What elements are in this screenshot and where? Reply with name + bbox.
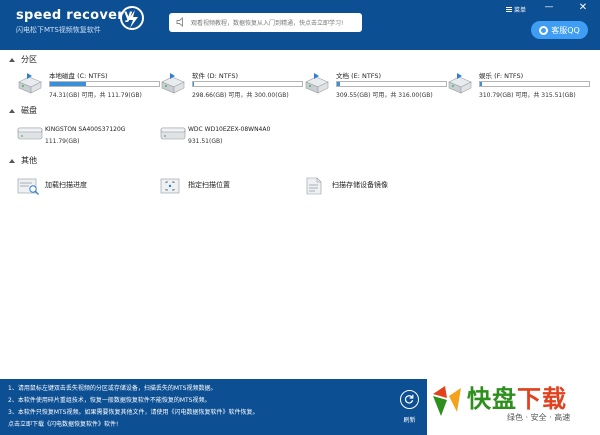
section-disks[interactable]: 磁盘 xyxy=(5,105,37,116)
brand-logo-icon xyxy=(433,386,461,416)
disk-size: 931.51(GB) xyxy=(188,138,223,145)
load-scan-icon xyxy=(17,178,39,195)
main-content: 分区 本地磁盘 (C: NTFS) 74.31(GB) 可用，共 111.79(… xyxy=(5,52,595,378)
speaker-icon xyxy=(176,17,183,27)
hard-disk-icon xyxy=(160,127,186,140)
partition-name: 软件 (D: NTFS) xyxy=(192,72,238,80)
brand-slogan: 绿色 · 安全 · 高速 xyxy=(507,413,571,422)
partition-usage-bar xyxy=(192,81,303,87)
watermark-brand: 快盘下载 绿色 · 安全 · 高速 xyxy=(427,379,600,435)
other-label: 指定扫描位置 xyxy=(188,181,230,189)
section-partitions[interactable]: 分区 xyxy=(5,54,37,65)
partition-usage-bar xyxy=(49,81,160,87)
other-label: 扫描存储设备镜像 xyxy=(332,181,388,189)
menu-icon xyxy=(506,6,512,12)
section-title: 分区 xyxy=(21,55,37,64)
partition-size: 310.79(GB) 可用，共 315.51(GB) xyxy=(479,92,576,99)
close-button[interactable]: ✕ xyxy=(577,2,589,14)
qq-label: 客服QQ xyxy=(551,25,580,35)
partition-usage-bar xyxy=(336,81,447,87)
app-logo: speed recovery 闪电松下MTS视频恢复软件 xyxy=(16,9,133,35)
partition-name: 娱乐 (F: NTFS) xyxy=(479,72,524,80)
refresh-label: 刷新 xyxy=(403,417,416,424)
tip-line: 2、本软件使用碎片重组技术，恢复一般数据恢复软件不能恢复的MTS视频。 xyxy=(8,397,211,404)
menu-label: 菜单 xyxy=(514,6,527,14)
tip-line: 3、本软件只恢复MTS视频。如果需要恢复其他文件，请使用《闪电数据恢复软件》软件… xyxy=(8,409,259,416)
partition-size: 298.66(GB) 可用，共 300.00(GB) xyxy=(192,92,289,99)
partition-f[interactable]: 娱乐 (F: NTFS) 310.79(GB) 可用，共 315.51(GB) xyxy=(445,70,590,104)
disk-size: 111.79(GB) xyxy=(45,138,80,145)
partition-drive-icon xyxy=(305,73,329,94)
tip-line: 1、请用鼠标左键双击丢失视频的分区或存储设备，扫描丢失的MTS视频数据。 xyxy=(8,385,217,392)
logo-subtitle: 闪电松下MTS视频恢复软件 xyxy=(16,26,101,34)
customer-service-qq-button[interactable]: 客服QQ xyxy=(531,21,588,39)
partition-usage-bar xyxy=(479,81,590,87)
partition-name: 文档 (E: NTFS) xyxy=(336,72,382,80)
minimize-button[interactable]: — xyxy=(543,2,555,14)
partition-d[interactable]: 软件 (D: NTFS) 298.66(GB) 可用，共 300.00(GB) xyxy=(158,70,303,104)
refresh-icon xyxy=(400,390,419,409)
menu-button[interactable]: 菜单 xyxy=(506,3,526,15)
tutorial-notice-bar[interactable]: 观看视频教程，数据恢复从入门到精通，快点击立即学习! xyxy=(169,13,362,32)
partition-drive-icon xyxy=(448,73,472,94)
partition-e[interactable]: 文档 (E: NTFS) 309.55(GB) 可用，共 316.00(GB) xyxy=(302,70,447,104)
partition-c[interactable]: 本地磁盘 (C: NTFS) 74.31(GB) 可用，共 111.79(GB) xyxy=(15,70,160,104)
section-title: 其他 xyxy=(21,156,37,165)
tips-list: 1、请用鼠标左键双击丢失视频的分区或存储设备，扫描丢失的MTS视频数据。 2、本… xyxy=(8,383,258,431)
section-title: 磁盘 xyxy=(21,106,37,115)
app-header: speed recovery 闪电松下MTS视频恢复软件 观看视频教程，数据恢复… xyxy=(0,0,600,50)
logo-title: speed recovery xyxy=(16,8,133,23)
partition-drive-icon xyxy=(161,73,185,94)
partition-size: 309.55(GB) 可用，共 316.00(GB) xyxy=(336,92,433,99)
hard-disk-icon xyxy=(17,127,43,140)
brand-name-main: 快盘 xyxy=(467,385,517,413)
refresh-button[interactable]: 刷新 xyxy=(400,390,422,432)
disk-wdc[interactable]: WDC WD10EZEX-08WN4A0 931.51(GB) xyxy=(160,124,305,150)
section-others[interactable]: 其他 xyxy=(5,155,37,166)
brand-name-accent: 下载 xyxy=(517,385,567,413)
qq-icon xyxy=(539,25,549,35)
partition-size: 74.31(GB) 可用，共 111.79(GB) xyxy=(49,92,142,99)
brand-name: 快盘下载 xyxy=(467,379,567,414)
disk-name: KINGSTON SA400S37120G xyxy=(45,126,126,133)
disk-name: WDC WD10EZEX-08WN4A0 xyxy=(188,126,271,133)
partition-name: 本地磁盘 (C: NTFS) xyxy=(49,72,108,80)
collapse-triangle-icon xyxy=(9,57,15,62)
partition-drive-icon xyxy=(18,73,42,94)
specify-scan-location-item[interactable]: 指定扫描位置 xyxy=(160,176,310,196)
disk-kingston[interactable]: KINGSTON SA400S37120G 111.79(GB) xyxy=(17,124,162,150)
load-scan-progress-item[interactable]: 加载扫描进度 xyxy=(17,176,167,196)
scan-device-image-item[interactable]: 扫描存储设备镜像 xyxy=(304,176,454,196)
notice-text[interactable]: 观看视频教程，数据恢复从入门到精通，快点击立即学习! xyxy=(191,18,343,27)
download-link[interactable]: 点击立即下载《闪电数据恢复软件》软件! xyxy=(8,419,258,431)
target-scan-icon xyxy=(160,178,180,194)
other-label: 加载扫描进度 xyxy=(45,181,87,189)
lightning-bolt-icon xyxy=(120,6,144,30)
image-scan-icon xyxy=(306,177,322,195)
collapse-triangle-icon xyxy=(9,158,15,163)
collapse-triangle-icon xyxy=(9,108,15,113)
